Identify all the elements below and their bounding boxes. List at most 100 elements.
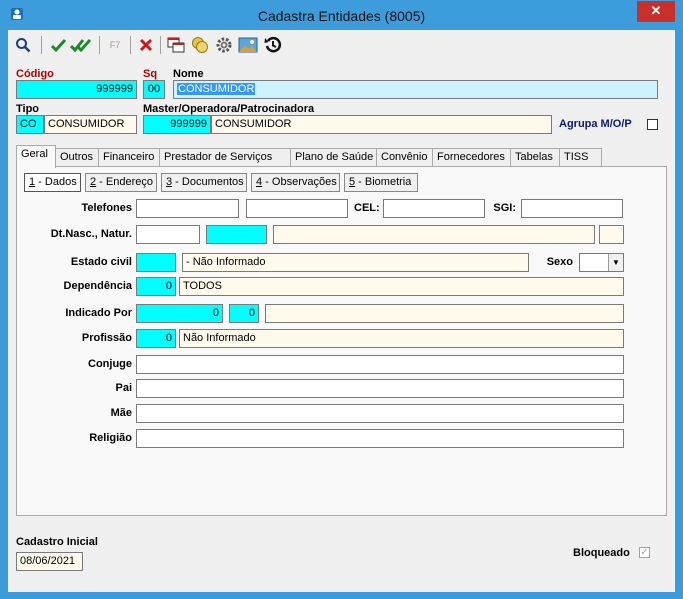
client-area: F7 Código 999999 Sq 00 Nome CONSUMIDOR T… (8, 30, 675, 592)
indicado-seq-field[interactable]: 0 (229, 304, 259, 323)
agrupa-checkbox[interactable] (647, 119, 658, 130)
coins-icon (192, 37, 208, 53)
subtab-observacoes[interactable]: 4 - Observações (251, 173, 340, 192)
tipo-label: Tipo (16, 103, 40, 115)
confirm-all-button[interactable] (70, 34, 92, 56)
cadastro-inicial-field: 08/06/2021 (16, 552, 83, 571)
estado-civil-desc-field: - Não Informado (182, 253, 529, 272)
tab-tiss[interactable]: TISS (559, 148, 602, 167)
sgi-field[interactable] (521, 199, 623, 218)
sgi-label: SGI: (493, 202, 516, 214)
mae-label: Mãe (110, 407, 132, 419)
sq-field[interactable]: 00 (143, 80, 165, 99)
tab-geral[interactable]: Geral (16, 145, 56, 168)
mae-field[interactable] (136, 404, 624, 423)
profissao-code-field[interactable]: 0 (136, 329, 176, 348)
confirm-button[interactable] (48, 34, 70, 56)
tab-financeiro[interactable]: Financeiro (98, 148, 160, 167)
telefone-2-field[interactable] (246, 199, 348, 218)
tipo-code-field[interactable]: CO (16, 115, 44, 134)
master-desc-field: CONSUMIDOR (211, 115, 552, 134)
estado-civil-label: Estado civil (70, 256, 132, 268)
naturalidade-code-field[interactable] (206, 225, 267, 244)
master-label: Master/Operadora/Patrocinadora (143, 103, 315, 115)
estado-civil-code-field[interactable] (136, 253, 176, 272)
profissao-label: Profissão (81, 332, 132, 344)
toolbar-separator (160, 36, 161, 54)
tab-tabelas[interactable]: Tabelas (510, 148, 560, 167)
search-icon (16, 38, 31, 53)
religiao-field[interactable] (136, 429, 624, 448)
tipo-desc-field: CONSUMIDOR (44, 115, 137, 134)
image-button[interactable] (237, 34, 259, 56)
agrupa-label: Agrupa M/O/P (559, 118, 632, 130)
subtab-dados[interactable]: 1 - Dados (24, 173, 81, 192)
subtab-biometria-label: - Biometria (355, 176, 412, 188)
windows-button[interactable] (165, 34, 187, 56)
tab-panel-geral: 1 - Dados 2 - Endereço 3 - Documentos 4 … (16, 166, 667, 516)
dependencia-desc-field: TODOS (179, 277, 624, 296)
subtab-dados-label: - Dados (35, 176, 77, 188)
window-title: Cadastra Entidades (8005) (257, 8, 426, 24)
dtnasc-label: Dt.Nasc., Natur. (50, 228, 132, 240)
toolbar-separator (130, 36, 131, 54)
subtab-biometria[interactable]: 5 - Biometria (344, 173, 418, 192)
cel-label: CEL: (354, 202, 380, 214)
indicado-desc-field (265, 304, 624, 323)
delete-button[interactable] (135, 34, 157, 56)
dependencia-label: Dependência (63, 280, 132, 292)
indicado-label: Indicado Por (65, 307, 132, 319)
sq-label: Sq (143, 68, 158, 80)
pai-label: Pai (115, 382, 132, 394)
nome-label: Nome (173, 68, 204, 80)
tab-prestador-servicos[interactable]: Prestador de Serviços (159, 148, 291, 167)
sexo-select[interactable]: ▼ (579, 253, 624, 272)
bloqueado-label: Bloqueado (573, 547, 630, 559)
picture-icon (238, 37, 258, 53)
toolbar: F7 (8, 30, 675, 60)
tab-fornecedores[interactable]: Fornecedores (432, 148, 511, 167)
delete-x-icon (139, 38, 153, 52)
check-icon (50, 38, 67, 53)
close-button[interactable]: ✕ (637, 1, 675, 22)
f7-button[interactable]: F7 (104, 34, 126, 56)
cel-field[interactable] (383, 199, 485, 218)
bloqueado-checkbox[interactable]: ✓ (639, 547, 650, 558)
subtab-endereco-label: - Endereço (96, 176, 153, 188)
dependencia-code-field[interactable]: 0 (136, 277, 176, 296)
conjuge-label: Conjuge (88, 358, 132, 370)
tab-outros[interactable]: Outros (55, 148, 99, 167)
search-button[interactable] (12, 34, 34, 56)
coins-button[interactable] (189, 34, 211, 56)
tab-convenio[interactable]: Convênio (376, 148, 433, 167)
subtab-documentos[interactable]: 3 - Documentos (161, 173, 247, 192)
double-check-icon (70, 38, 92, 53)
history-button[interactable] (262, 34, 284, 56)
codigo-field[interactable]: 999999 (16, 80, 137, 99)
subtab-documentos-label: - Documentos (172, 176, 244, 188)
telefones-label: Telefones (81, 202, 132, 214)
nome-field[interactable]: CONSUMIDOR (173, 80, 658, 99)
indicado-code-field[interactable]: 0 (136, 304, 223, 323)
subtab-endereco[interactable]: 2 - Endereço (85, 173, 157, 192)
history-icon (264, 36, 282, 53)
telefone-1-field[interactable] (136, 199, 239, 218)
toolbar-separator (99, 36, 100, 54)
master-code-field[interactable]: 999999 (143, 115, 211, 134)
windows-icon (167, 37, 185, 53)
tab-plano-saude[interactable]: Plano de Saúde (290, 148, 377, 167)
gear-icon (216, 37, 232, 53)
dtnasc-field[interactable] (136, 225, 200, 244)
subtab-observacoes-label: - Observações (262, 176, 337, 188)
chevron-down-icon[interactable]: ▼ (608, 254, 623, 271)
profissao-desc-field: Não Informado (179, 329, 624, 348)
naturalidade-desc-field (273, 225, 595, 244)
nome-value: CONSUMIDOR (177, 83, 256, 95)
conjuge-field[interactable] (136, 355, 624, 374)
toolbar-separator (41, 36, 42, 54)
pai-field[interactable] (136, 379, 624, 398)
religiao-label: Religião (89, 432, 132, 444)
title-bar[interactable]: Cadastra Entidades (8005) ✕ (0, 0, 683, 30)
settings-button[interactable] (213, 34, 235, 56)
naturalidade-uf-field (599, 225, 624, 244)
